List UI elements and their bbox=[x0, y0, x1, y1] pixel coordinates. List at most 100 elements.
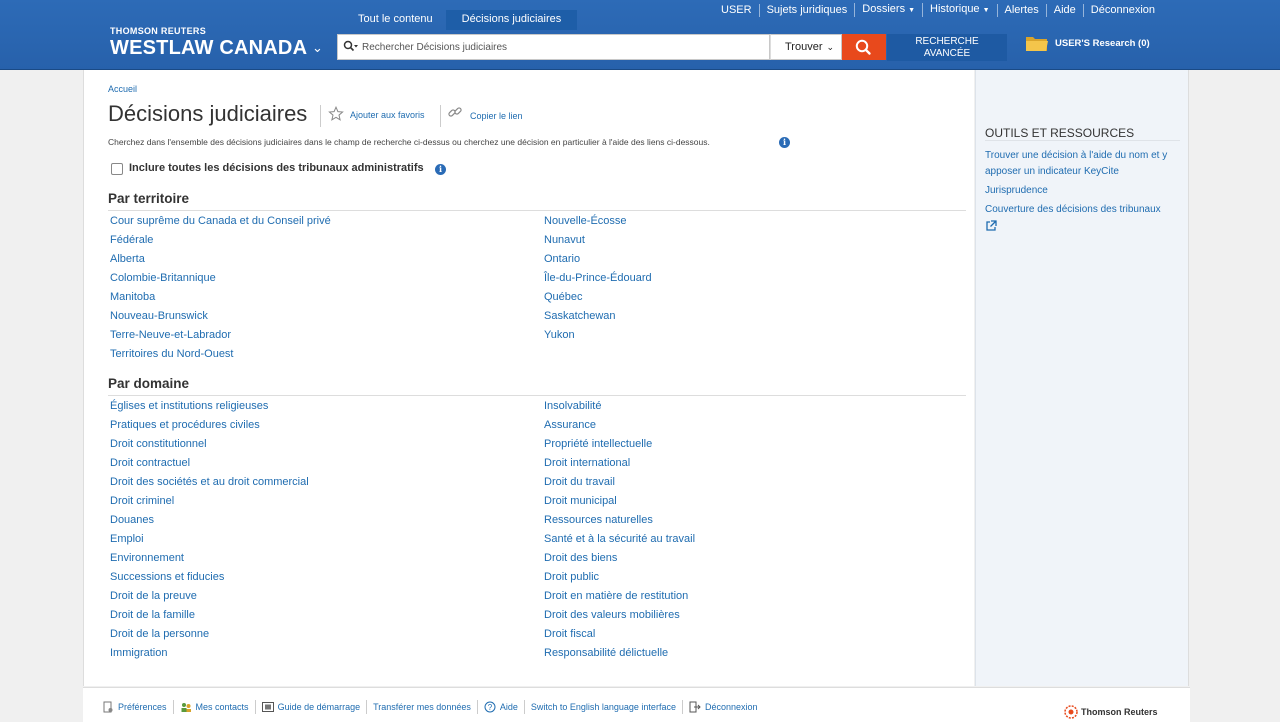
territory-link[interactable]: Île-du-Prince-Édouard bbox=[544, 272, 652, 284]
include-admin-decisions-checkbox[interactable] bbox=[111, 163, 123, 175]
info-icon[interactable]: i bbox=[435, 164, 446, 175]
domain-link[interactable]: Assurance bbox=[544, 419, 596, 431]
domain-link[interactable]: Droit des valeurs mobilières bbox=[544, 609, 680, 621]
search-box[interactable] bbox=[337, 34, 770, 60]
copy-link-link[interactable]: Copier le lien bbox=[470, 111, 523, 121]
jurisprudence-link[interactable]: Jurisprudence bbox=[985, 185, 1048, 196]
territory-link[interactable]: Ontario bbox=[544, 253, 580, 265]
domain-link[interactable]: Emploi bbox=[110, 533, 144, 545]
scope-tabs: Tout le contenu Décisions judiciaires bbox=[345, 10, 578, 30]
external-link-icon[interactable] bbox=[985, 220, 997, 232]
domain-link[interactable]: Droit criminel bbox=[110, 495, 174, 507]
folder-icon[interactable] bbox=[1025, 34, 1049, 52]
tab-tout-le-contenu[interactable]: Tout le contenu bbox=[345, 10, 446, 30]
territory-link[interactable]: Yukon bbox=[544, 329, 575, 341]
territory-link: Territoires du Nord-Ouest bbox=[110, 347, 331, 366]
nav-deconnexion[interactable]: Déconnexion bbox=[1082, 3, 1162, 17]
footer-logout[interactable]: Déconnexion bbox=[681, 700, 764, 714]
territory-link[interactable]: Colombie-Britannique bbox=[110, 272, 216, 284]
footer-help[interactable]: ? Aide bbox=[476, 700, 524, 714]
document-gear-icon bbox=[103, 701, 113, 713]
domain-link[interactable]: Immigration bbox=[110, 647, 167, 659]
territory-link[interactable]: Cour suprême du Canada et du Conseil pri… bbox=[110, 215, 331, 227]
nav-aide-label: Aide bbox=[1053, 3, 1076, 16]
domain-link[interactable]: Douanes bbox=[110, 514, 154, 526]
domain-link[interactable]: Droit de la personne bbox=[110, 628, 209, 640]
thomson-reuters-logo-icon bbox=[1064, 705, 1078, 719]
territory-link[interactable]: Terre-Neuve-et-Labrador bbox=[110, 329, 231, 341]
tab-decisions-judiciaires[interactable]: Décisions judiciaires bbox=[445, 10, 578, 30]
domain-link[interactable]: Droit international bbox=[544, 457, 630, 469]
domain-link[interactable]: Droit des biens bbox=[544, 552, 617, 564]
domain-link[interactable]: Santé et à la sécurité au travail bbox=[544, 533, 695, 545]
advanced-search-line1: RECHERCHE bbox=[915, 36, 979, 47]
nav-alertes[interactable]: Alertes bbox=[996, 3, 1046, 17]
domain-link[interactable]: Droit contractuel bbox=[110, 457, 190, 469]
domain-link[interactable]: Droit municipal bbox=[544, 495, 617, 507]
domain-link[interactable]: Environnement bbox=[110, 552, 184, 564]
nav-aide[interactable]: Aide bbox=[1045, 3, 1083, 17]
territory-link: Yukon bbox=[544, 328, 652, 347]
add-to-favorites-link[interactable]: Ajouter aux favoris bbox=[350, 110, 425, 120]
territory-link[interactable]: Manitoba bbox=[110, 291, 155, 303]
domain-link[interactable]: Églises et institutions religieuses bbox=[110, 400, 268, 412]
advanced-search-line2: AVANCÉE bbox=[923, 48, 971, 59]
domain-link: Responsabilité délictuelle bbox=[544, 646, 695, 665]
advanced-search-button[interactable]: RECHERCHE AVANCÉE bbox=[887, 34, 1007, 61]
domain-link[interactable]: Pratiques et procédures civiles bbox=[110, 419, 260, 431]
chevron-down-icon: ⌄ bbox=[826, 42, 835, 52]
link-icon[interactable] bbox=[447, 104, 463, 120]
brand-westlaw-canada[interactable]: WESTLAW CANADA bbox=[110, 37, 307, 60]
footer-switch-language[interactable]: Switch to English language interface bbox=[523, 700, 682, 714]
search-button[interactable] bbox=[842, 34, 886, 60]
territory-link[interactable]: Alberta bbox=[110, 253, 145, 265]
domain-link: Pratiques et procédures civiles bbox=[110, 418, 309, 437]
domain-link[interactable]: Ressources naturelles bbox=[544, 514, 653, 526]
nav-historique[interactable]: Historique ▼ bbox=[922, 3, 996, 17]
territory-link[interactable]: Saskatchewan bbox=[544, 310, 616, 322]
find-select-label: Trouver bbox=[785, 41, 823, 53]
domain-link[interactable]: Insolvabilité bbox=[544, 400, 601, 412]
domain-link[interactable]: Responsabilité délictuelle bbox=[544, 647, 668, 659]
footer-transfer-data[interactable]: Transférer mes données bbox=[366, 700, 477, 714]
include-admin-decisions-label[interactable]: Inclure toutes les décisions des tribuna… bbox=[129, 162, 424, 174]
domain-link[interactable]: Droit de la famille bbox=[110, 609, 195, 621]
territory-link[interactable]: Nunavut bbox=[544, 234, 585, 246]
domain-link: Droit municipal bbox=[544, 494, 695, 513]
court-coverage-link[interactable]: Couverture des décisions des tribunaux bbox=[985, 204, 1161, 215]
info-icon[interactable]: i bbox=[779, 137, 790, 148]
help-icon: ? bbox=[484, 701, 496, 713]
domain-link[interactable]: Droit de la preuve bbox=[110, 590, 197, 602]
find-case-keycite-link[interactable]: Trouver une décision à l'aide du nom et … bbox=[985, 150, 1167, 177]
domain-link: Douanes bbox=[110, 513, 309, 532]
domain-link[interactable]: Droit du travail bbox=[544, 476, 615, 488]
domain-link[interactable]: Droit fiscal bbox=[544, 628, 595, 640]
find-select[interactable]: Trouver ⌄ bbox=[770, 34, 842, 60]
domain-link[interactable]: Propriété intellectuelle bbox=[544, 438, 652, 450]
footer-getting-started[interactable]: Guide de démarrage bbox=[254, 700, 367, 714]
domain-link[interactable]: Droit en matière de restitution bbox=[544, 590, 688, 602]
research-folder-link[interactable]: USER'S Research (0) bbox=[1055, 38, 1150, 49]
territory-link[interactable]: Territoires du Nord-Ouest bbox=[110, 348, 234, 360]
territory-link[interactable]: Nouvelle-Écosse bbox=[544, 215, 627, 227]
territory-link[interactable]: Nouveau-Brunswick bbox=[110, 310, 208, 322]
domain-link[interactable]: Droit des sociétés et au droit commercia… bbox=[110, 476, 309, 488]
section-title-domaine: Par domaine bbox=[108, 376, 190, 391]
domain-list-right: Insolvabilité Assurance Propriété intell… bbox=[544, 399, 695, 665]
territory-link[interactable]: Québec bbox=[544, 291, 583, 303]
footer-contacts[interactable]: Mes contacts bbox=[172, 700, 255, 714]
nav-sujets-juridiques[interactable]: Sujets juridiques bbox=[758, 3, 855, 17]
chevron-down-icon[interactable]: ⌄ bbox=[312, 40, 323, 56]
breadcrumb-accueil[interactable]: Accueil bbox=[108, 84, 137, 94]
territory-link[interactable]: Fédérale bbox=[110, 234, 153, 246]
territory-link: Nouveau-Brunswick bbox=[110, 309, 331, 328]
domain-link[interactable]: Droit constitutionnel bbox=[110, 438, 207, 450]
nav-user[interactable]: USER bbox=[714, 4, 759, 17]
domain-link[interactable]: Droit public bbox=[544, 571, 599, 583]
search-input[interactable] bbox=[360, 37, 765, 57]
footer-preferences-label: Préférences bbox=[118, 702, 167, 712]
nav-dossiers[interactable]: Dossiers ▼ bbox=[854, 3, 922, 17]
footer-preferences[interactable]: Préférences bbox=[102, 700, 173, 714]
star-icon[interactable] bbox=[328, 105, 344, 122]
domain-link[interactable]: Successions et fiducies bbox=[110, 571, 224, 583]
